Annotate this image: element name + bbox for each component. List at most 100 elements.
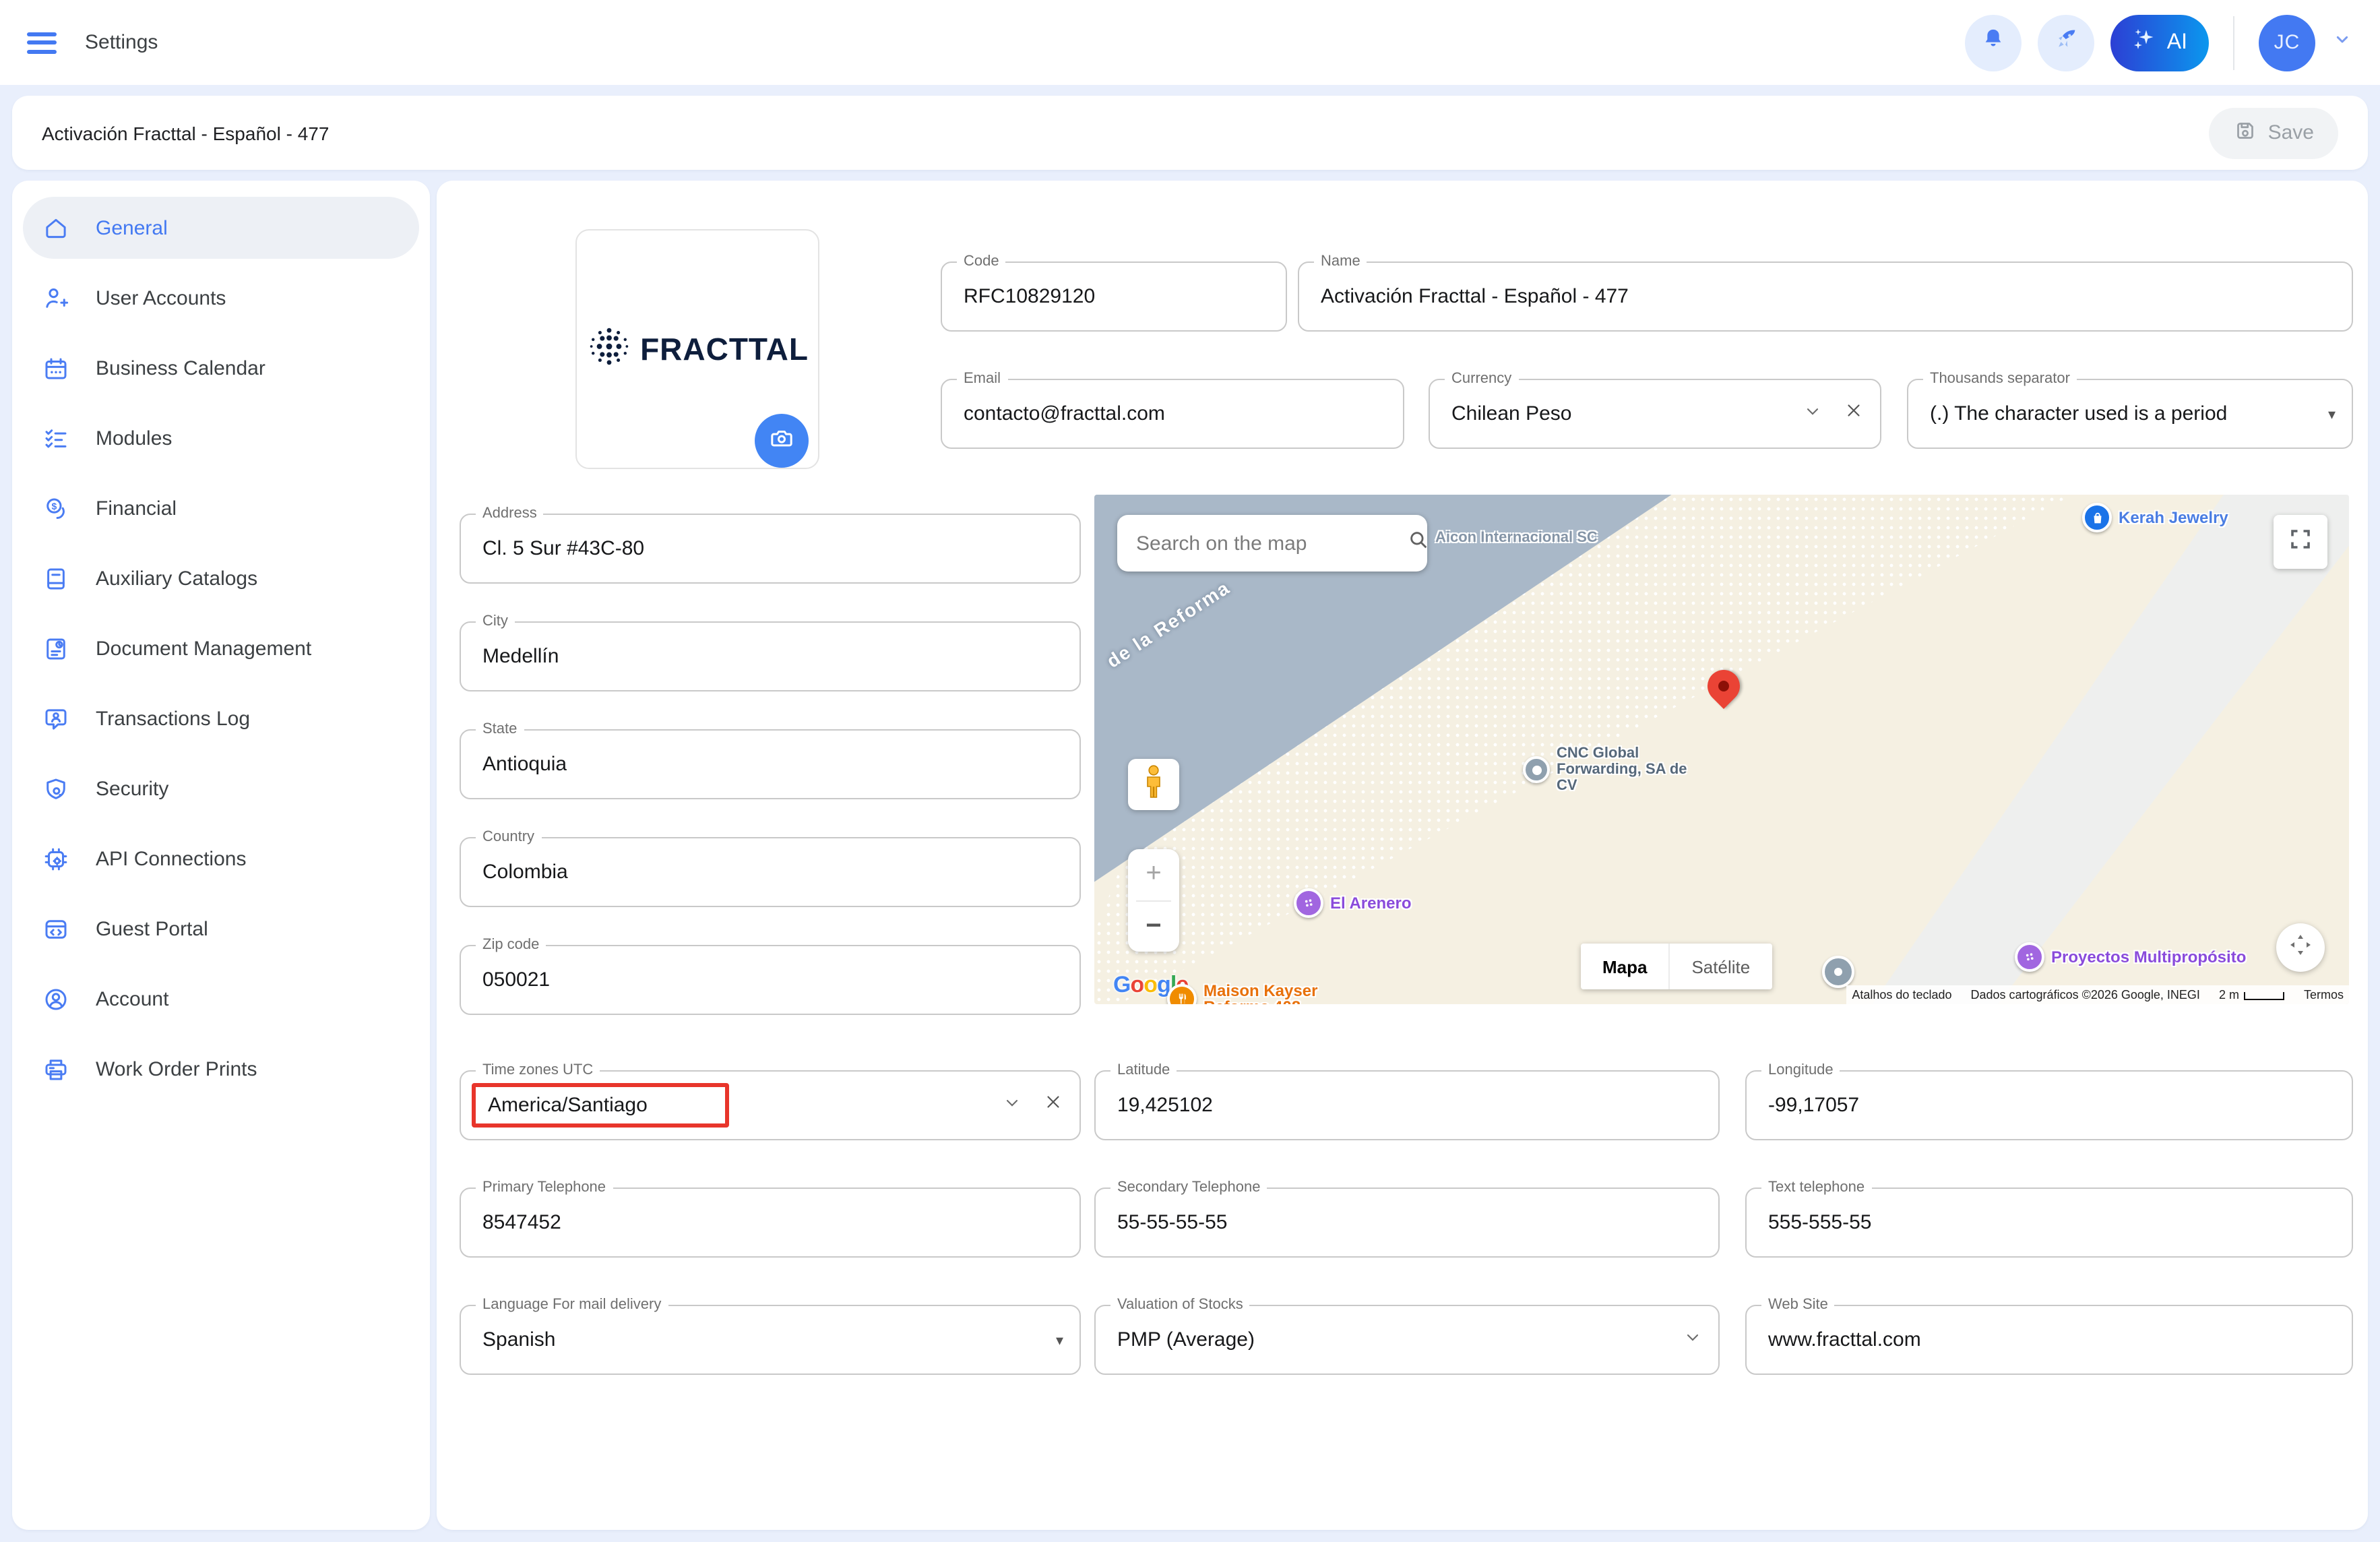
pan-arrows-icon — [2287, 931, 2314, 964]
map-building-label: Aicon Internacional SC — [1435, 530, 1598, 546]
poi-el-arenero[interactable]: El Arenero — [1294, 888, 1412, 918]
sidebar-item-user-accounts[interactable]: User Accounts — [23, 267, 419, 329]
currency-value: Chilean Peso — [1451, 402, 1571, 425]
sidebar-item-financial[interactable]: $ Financial — [23, 477, 419, 539]
thousands-separator-label: Thousands separator — [1923, 371, 2077, 387]
checklist-icon — [42, 424, 70, 452]
currency-select[interactable]: Currency Chilean Peso — [1429, 379, 1881, 449]
home-icon — [42, 214, 70, 242]
mail-language-select[interactable]: Language For mail delivery Spanish ▾ — [460, 1305, 1081, 1375]
palette-icon — [2015, 942, 2044, 972]
save-icon — [2233, 118, 2257, 148]
email-field[interactable]: Email contacto@fracttal.com — [941, 379, 1404, 449]
save-button[interactable]: Save — [2209, 107, 2338, 158]
chat-person-icon — [42, 704, 70, 733]
dropdown-arrow-icon[interactable]: ▾ — [1056, 1331, 1063, 1349]
map-fullscreen-button[interactable] — [2274, 515, 2327, 569]
map-search-box — [1117, 515, 1427, 572]
state-label: State — [476, 721, 524, 737]
name-field[interactable]: Name Activación Fracttal - Español - 477 — [1298, 261, 2353, 332]
longitude-label: Longitude — [1761, 1062, 1840, 1078]
map-poi-marker[interactable] — [1822, 956, 1854, 988]
currency-label: Currency — [1445, 371, 1518, 387]
text-telephone-field[interactable]: Text telephone 555-555-55 — [1745, 1188, 2353, 1258]
chevron-down-icon[interactable] — [1803, 401, 1822, 427]
address-field[interactable]: Address Cl. 5 Sur #43C-80 — [460, 514, 1081, 584]
ai-button[interactable]: AI — [2110, 14, 2209, 71]
record-toolbar: Activación Fracttal - Español - 477 Save — [12, 96, 2368, 170]
zip-code-field[interactable]: Zip code 050021 — [460, 945, 1081, 1015]
account-chevron-down-icon[interactable] — [2331, 28, 2353, 57]
sidebar-item-guest-portal[interactable]: Guest Portal — [23, 898, 419, 960]
search-icon[interactable] — [1407, 528, 1430, 558]
fracttal-logo-icon — [586, 323, 632, 375]
sidebar-item-transactions-log[interactable]: Transactions Log — [23, 687, 419, 749]
topbar-divider — [2233, 16, 2234, 69]
sidebar-item-general[interactable]: General — [23, 197, 419, 259]
svg-text:$: $ — [51, 500, 57, 511]
poi-kerah-jewelry[interactable]: Kerah Jewelry — [2082, 503, 2228, 532]
settings-sidebar: General User Accounts Business Calendar … — [12, 181, 430, 1530]
name-value: Activación Fracttal - Español - 477 — [1321, 285, 1629, 308]
map-pan-control[interactable] — [2276, 923, 2325, 972]
secondary-telephone-value: 55-55-55-55 — [1117, 1211, 1227, 1234]
poi-cnc-global[interactable]: CNC Global Forwarding, SA de CV — [1523, 745, 1698, 794]
mail-language-label: Language For mail delivery — [476, 1297, 668, 1313]
poi-maison-kayser[interactable]: Maison Kayser Reforma 408 — [1167, 983, 1325, 1004]
user-avatar[interactable]: JC — [2259, 14, 2315, 71]
secondary-telephone-field[interactable]: Secondary Telephone 55-55-55-55 — [1094, 1188, 1720, 1258]
country-field[interactable]: Country Colombia — [460, 837, 1081, 907]
clear-icon[interactable] — [1043, 1092, 1063, 1119]
notifications-button[interactable] — [1965, 14, 2022, 71]
zip-code-value: 050021 — [482, 968, 550, 991]
latitude-label: Latitude — [1110, 1062, 1177, 1078]
stock-valuation-select[interactable]: Valuation of Stocks PMP (Average) — [1094, 1305, 1720, 1375]
book-icon — [42, 564, 70, 592]
timezone-select[interactable]: Time zones UTC America/Santiago — [460, 1070, 1081, 1140]
map-attribution: Atalhos do teclado Dados cartográficos ©… — [1846, 985, 2349, 1004]
browser-code-icon — [42, 915, 70, 943]
primary-telephone-field[interactable]: Primary Telephone 8547452 — [460, 1188, 1081, 1258]
sidebar-item-work-order-prints[interactable]: Work Order Prints — [23, 1038, 419, 1100]
city-field[interactable]: City Medellín — [460, 621, 1081, 691]
city-label: City — [476, 613, 515, 629]
zoom-out-button[interactable]: − — [1128, 901, 1179, 952]
state-field[interactable]: State Antioquia — [460, 729, 1081, 799]
poi-proyectos-multiproposito[interactable]: Proyectos Multipropósito — [2015, 942, 2246, 972]
sidebar-item-document-management[interactable]: Document Management — [23, 617, 419, 679]
rocket-icon — [2053, 26, 2079, 59]
sidebar-item-api-connections[interactable]: API Connections — [23, 828, 419, 890]
primary-telephone-label: Primary Telephone — [476, 1179, 613, 1196]
dropdown-arrow-icon[interactable]: ▾ — [2328, 405, 2336, 423]
sidebar-item-modules[interactable]: Modules — [23, 407, 419, 469]
sidebar-item-auxiliary-catalogs[interactable]: Auxiliary Catalogs — [23, 547, 419, 609]
code-field[interactable]: Code RFC10829120 — [941, 261, 1287, 332]
keyboard-shortcuts-link[interactable]: Atalhos do teclado — [1852, 988, 1951, 1001]
user-add-icon — [42, 284, 70, 312]
state-value: Antioquia — [482, 753, 567, 776]
map-search-input[interactable] — [1133, 530, 1407, 556]
save-label: Save — [2268, 121, 2314, 144]
zoom-in-button[interactable]: + — [1128, 849, 1179, 900]
menu-icon[interactable] — [27, 32, 57, 53]
latitude-field[interactable]: Latitude 19,425102 — [1094, 1070, 1720, 1140]
map-type-map-button[interactable]: Mapa — [1581, 944, 1668, 989]
longitude-field[interactable]: Longitude -99,17057 — [1745, 1070, 2353, 1140]
thousands-separator-select[interactable]: Thousands separator (.) The character us… — [1907, 379, 2353, 449]
clear-icon[interactable] — [1844, 400, 1864, 427]
chevron-down-icon[interactable] — [1683, 1327, 1702, 1353]
location-map[interactable]: de la Reforma Aicon Internacional SC Ker… — [1094, 495, 2349, 1004]
website-field[interactable]: Web Site www.fracttal.com — [1745, 1305, 2353, 1375]
chevron-down-icon[interactable] — [1003, 1092, 1022, 1118]
sidebar-item-security[interactable]: Security — [23, 758, 419, 820]
whats-new-button[interactable] — [2038, 14, 2094, 71]
stock-valuation-label: Valuation of Stocks — [1110, 1297, 1250, 1313]
fullscreen-icon — [2288, 526, 2313, 557]
change-logo-button[interactable] — [755, 414, 809, 468]
street-view-pegman[interactable] — [1128, 759, 1179, 810]
sidebar-item-account[interactable]: Account — [23, 968, 419, 1030]
map-type-satellite-button[interactable]: Satélite — [1668, 944, 1772, 989]
sidebar-item-business-calendar[interactable]: Business Calendar — [23, 337, 419, 399]
terms-link[interactable]: Termos — [2304, 988, 2344, 1001]
palette-icon — [1294, 888, 1323, 918]
